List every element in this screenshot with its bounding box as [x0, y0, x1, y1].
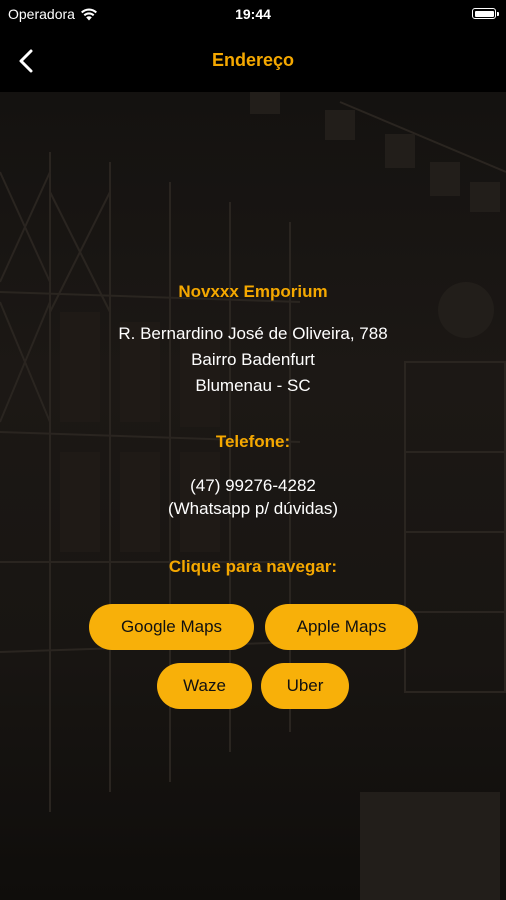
apple-maps-button[interactable]: Apple Maps: [265, 604, 418, 650]
navigation-bar: Endereço: [0, 28, 506, 92]
navigate-label: Clique para navegar:: [168, 557, 338, 576]
page-title: Endereço: [211, 50, 295, 70]
address-street: R. Bernardino José de Oliveira, 788: [118, 324, 388, 343]
waze-button[interactable]: Waze: [157, 663, 252, 709]
phone-note: (Whatsapp p/ dúvidas): [167, 499, 339, 518]
battery-icon: [472, 8, 499, 19]
google-maps-button[interactable]: Google Maps: [89, 604, 254, 650]
uber-button[interactable]: Uber: [261, 663, 349, 709]
status-time: 19:44: [235, 6, 271, 22]
address-neighborhood: Bairro Badenfurt: [191, 350, 315, 369]
address-city: Blumenau - SC: [195, 376, 311, 395]
phone-label: Telefone:: [215, 432, 291, 451]
status-bar: Operadora 19:44: [0, 0, 506, 28]
phone-number[interactable]: (47) 99276-4282: [0, 475, 506, 497]
store-name: Novxxx Emporium: [178, 282, 328, 301]
